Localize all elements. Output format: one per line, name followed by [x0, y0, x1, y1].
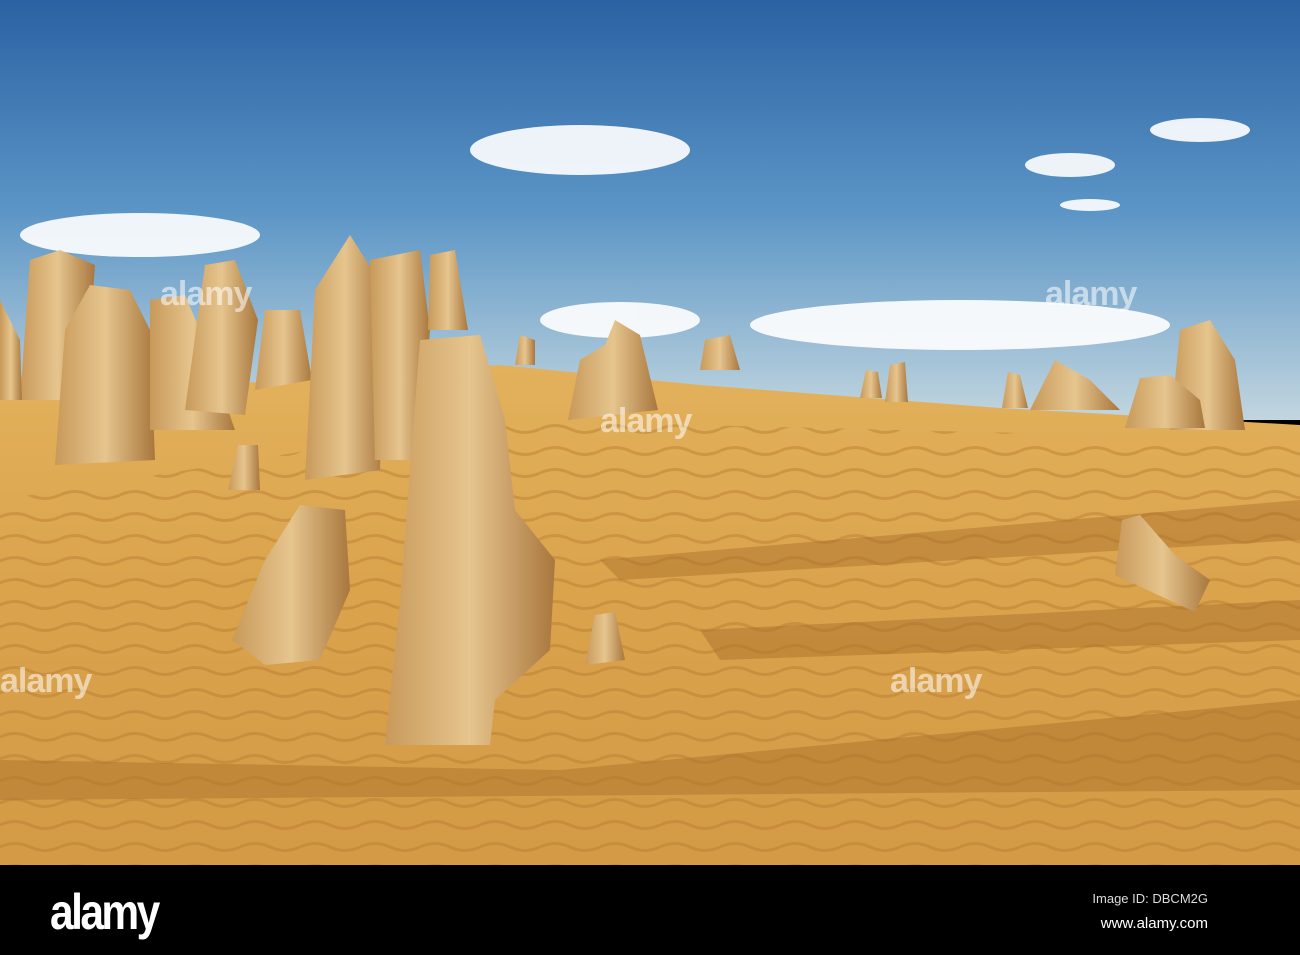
- footer-bar: alamy Image ID: DBCM2G www.alamy.com: [0, 865, 1300, 955]
- image-id: Image ID: DBCM2G: [1092, 891, 1208, 906]
- watermark-text: alamy: [890, 662, 982, 700]
- website-link[interactable]: www.alamy.com: [1101, 915, 1208, 932]
- photo-scene: alamy alamy alamy alamy alamy alamy Imag…: [0, 0, 1300, 955]
- watermark-text: alamy: [600, 402, 692, 440]
- alamy-logo: alamy: [50, 884, 160, 940]
- watermark-text: alamy: [1045, 275, 1137, 313]
- watermark-text: alamy: [0, 662, 92, 700]
- watermark-text: alamy: [160, 275, 252, 313]
